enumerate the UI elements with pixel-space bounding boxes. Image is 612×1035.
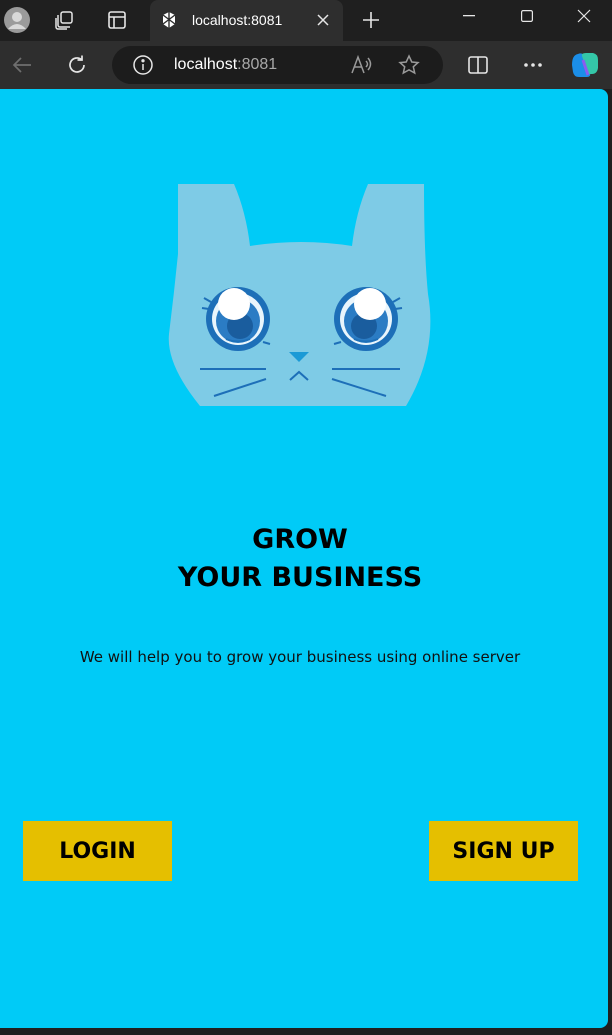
browser-tab-bar: localhost:8081 xyxy=(0,0,612,41)
tab-actions-icon[interactable] xyxy=(102,5,132,35)
url-text[interactable]: localhost:8081 xyxy=(174,56,277,74)
page-headline: GROW YOUR BUSINESS xyxy=(0,521,600,597)
browser-toolbar: localhost:8081 xyxy=(0,41,612,89)
page-viewport: GROW YOUR BUSINESS We will help you to g… xyxy=(0,89,608,1028)
refresh-icon[interactable] xyxy=(62,50,92,80)
tab-title: localhost:8081 xyxy=(192,12,283,28)
favorite-star-icon[interactable] xyxy=(398,54,422,76)
signup-button[interactable]: SIGN UP xyxy=(429,821,578,881)
close-tab-icon[interactable] xyxy=(313,10,333,30)
address-bar[interactable]: localhost:8081 xyxy=(112,46,443,84)
back-icon[interactable] xyxy=(7,50,37,80)
copilot-icon[interactable] xyxy=(570,50,600,80)
login-button[interactable]: LOGIN xyxy=(23,821,172,881)
site-info-icon[interactable] xyxy=(132,54,154,76)
headline-line-1: GROW xyxy=(252,524,348,555)
workspaces-icon[interactable] xyxy=(49,5,79,35)
active-tab[interactable]: localhost:8081 xyxy=(150,0,343,41)
maximize-icon[interactable] xyxy=(498,0,556,32)
cat-logo-icon xyxy=(166,184,436,408)
close-window-icon[interactable] xyxy=(555,0,612,32)
profile-icon[interactable] xyxy=(2,5,32,35)
page-subtext: We will help you to grow your business u… xyxy=(79,648,521,666)
more-icon[interactable] xyxy=(518,50,548,80)
minimize-icon[interactable] xyxy=(440,0,498,32)
url-host: localhost xyxy=(174,56,238,73)
split-screen-icon[interactable] xyxy=(463,50,493,80)
headline-line-2: YOUR BUSINESS xyxy=(177,562,423,593)
url-port: :8081 xyxy=(237,56,278,73)
read-aloud-icon[interactable] xyxy=(350,54,374,76)
favicon-icon xyxy=(160,11,178,29)
new-tab-icon[interactable] xyxy=(356,5,386,35)
